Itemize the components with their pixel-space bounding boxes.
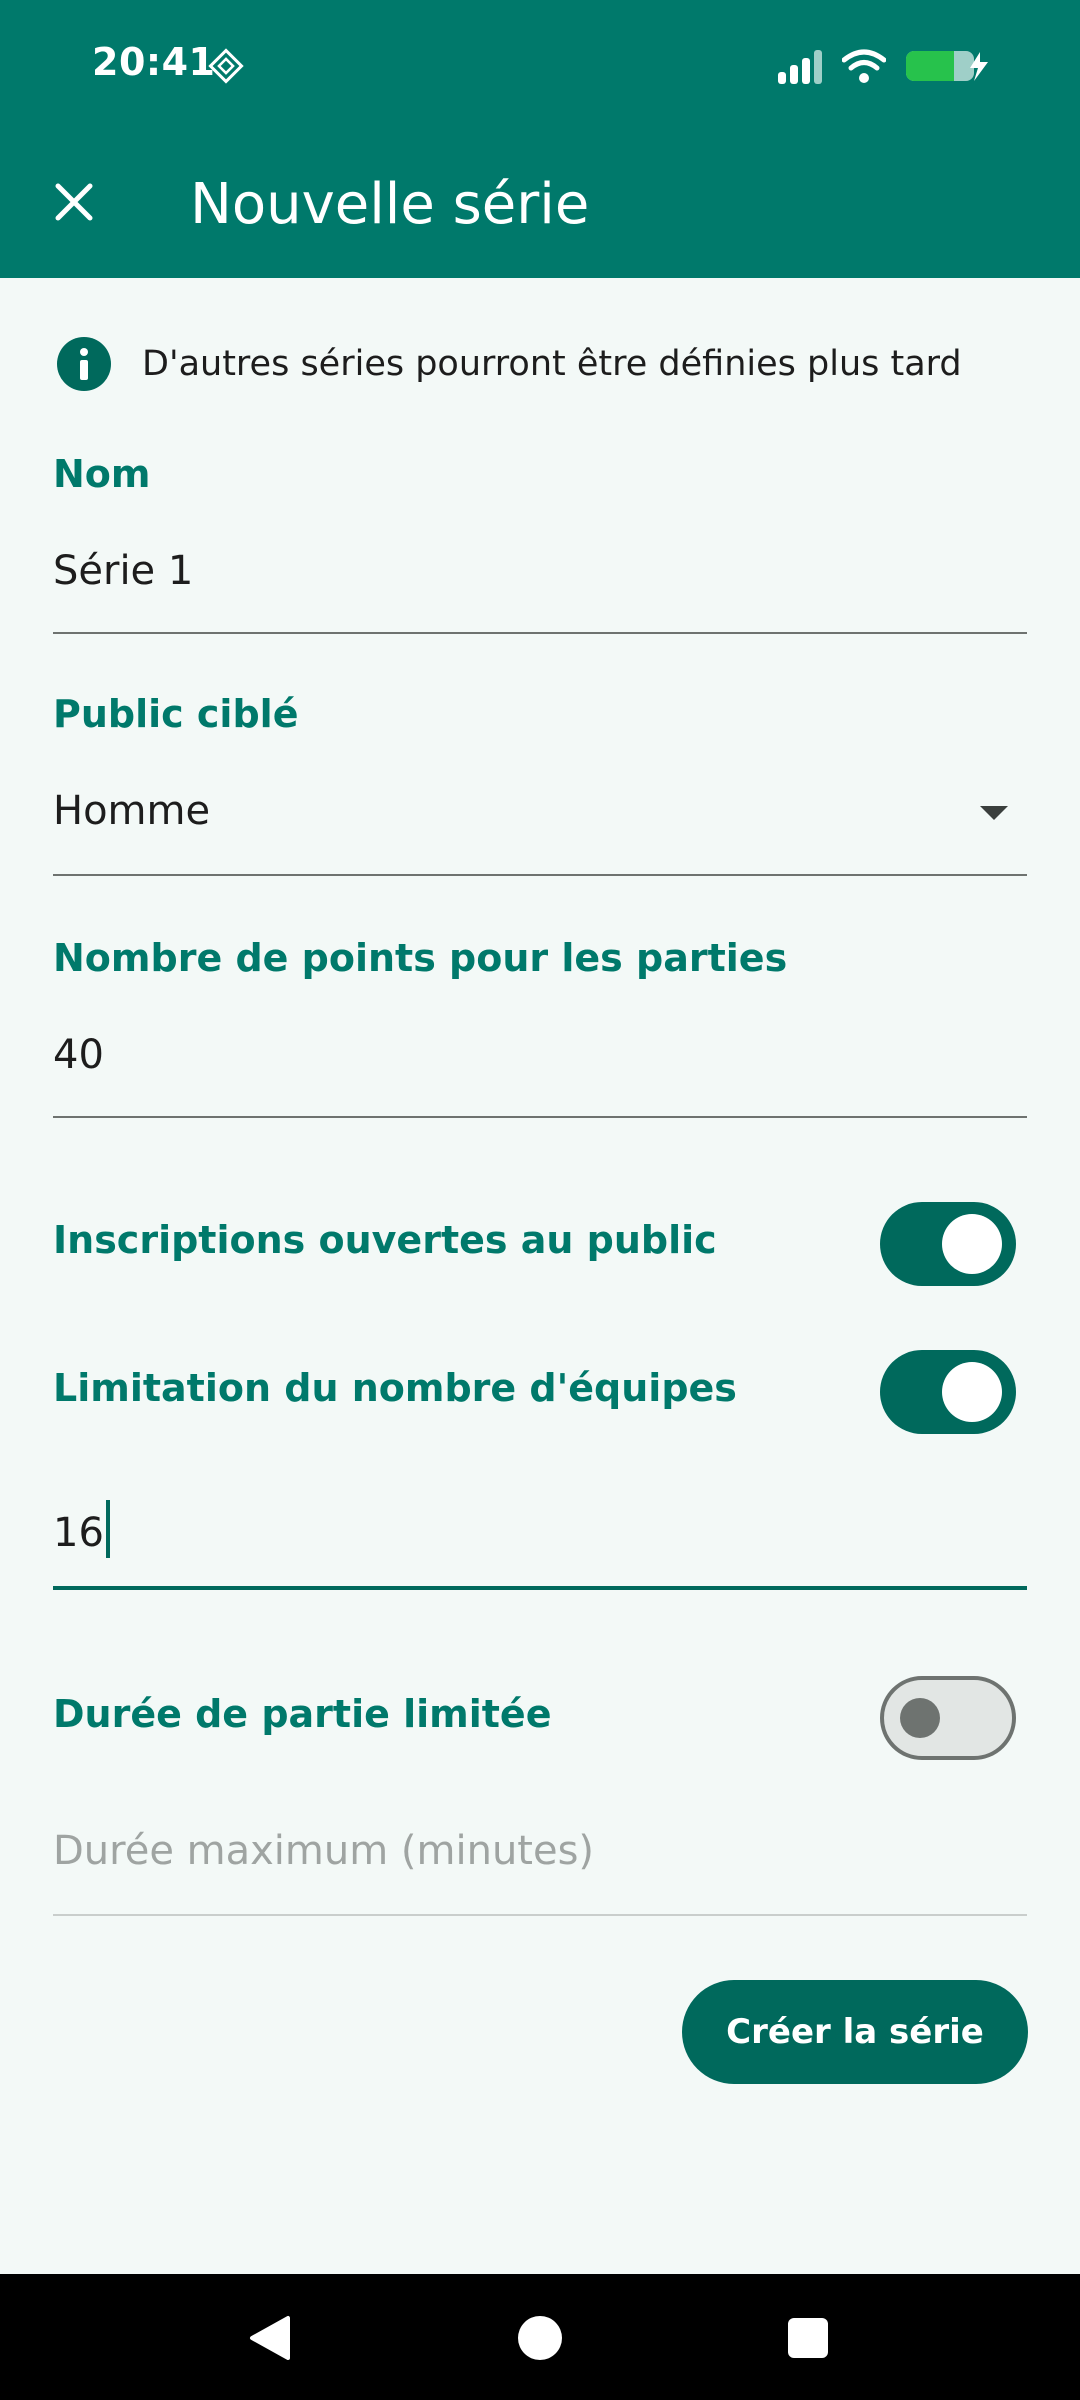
- inscriptions-toggle[interactable]: [880, 1202, 1016, 1286]
- recent-apps-icon[interactable]: [788, 2318, 828, 2358]
- dropdown-arrow-icon[interactable]: [980, 806, 1008, 820]
- public-label: Public ciblé: [53, 692, 299, 736]
- limitation-input[interactable]: 16: [53, 1500, 110, 1558]
- status-bar: 20:41: [0, 0, 1080, 132]
- points-underline: [53, 1116, 1027, 1118]
- toggle-knob: [900, 1698, 940, 1738]
- limitation-value: 16: [53, 1510, 104, 1556]
- duree-toggle[interactable]: [880, 1676, 1016, 1760]
- create-series-button[interactable]: Créer la série: [682, 1980, 1028, 2084]
- info-icon: [57, 337, 111, 391]
- toggle-knob: [942, 1362, 1002, 1422]
- limitation-toggle[interactable]: [880, 1350, 1016, 1434]
- text-cursor: [105, 1500, 110, 1558]
- duree-label: Durée de partie limitée: [53, 1692, 552, 1736]
- info-banner: D'autres séries pourront être définies p…: [56, 336, 962, 392]
- status-icons: [776, 46, 990, 86]
- points-label: Nombre de points pour les parties: [53, 936, 788, 980]
- wifi-icon: [842, 49, 886, 83]
- page-title: Nouvelle série: [190, 172, 590, 237]
- duree-underline: [53, 1914, 1027, 1916]
- back-icon[interactable]: [248, 2314, 292, 2362]
- nom-input[interactable]: Série 1: [53, 548, 193, 594]
- limitation-underline: [53, 1586, 1027, 1590]
- nom-label: Nom: [53, 452, 151, 496]
- inscriptions-label: Inscriptions ouvertes au public: [53, 1218, 717, 1262]
- close-icon[interactable]: [50, 178, 98, 226]
- home-icon[interactable]: [518, 2316, 562, 2360]
- public-underline: [53, 874, 1027, 876]
- duree-input[interactable]: Durée maximum (minutes): [53, 1828, 594, 1874]
- battery-charging-icon: [906, 51, 988, 81]
- signal-icon: [778, 50, 822, 84]
- system-nav-bar: [0, 2274, 1080, 2400]
- nom-underline: [53, 632, 1027, 634]
- status-time: 20:41: [92, 40, 216, 84]
- toggle-knob: [942, 1214, 1002, 1274]
- public-select[interactable]: Homme: [53, 788, 210, 834]
- app-bar: Nouvelle série: [0, 132, 1080, 278]
- points-input[interactable]: 40: [53, 1032, 104, 1078]
- limitation-label: Limitation du nombre d'équipes: [53, 1366, 737, 1410]
- info-text: D'autres séries pourront être définies p…: [142, 344, 962, 384]
- network-glyph-icon: [208, 48, 244, 84]
